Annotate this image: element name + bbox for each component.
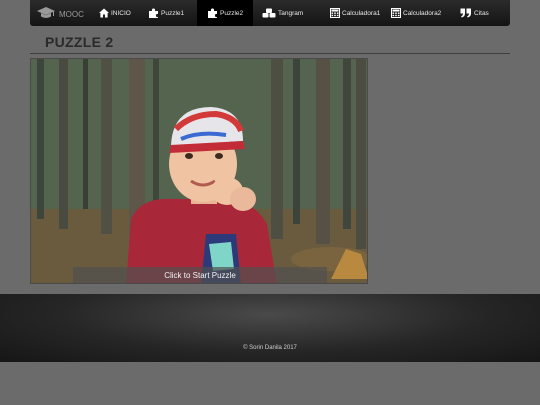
puzzle-icon	[208, 8, 218, 18]
home-icon	[99, 8, 109, 18]
puzzle-photo	[31, 59, 367, 283]
brand-label: MOOC	[59, 9, 84, 19]
puzzle-icon	[149, 8, 159, 18]
nav-item-calculadora2[interactable]: Calculadora2	[390, 0, 460, 26]
copyright-text: © Sorin Danila 2017	[243, 345, 297, 351]
top-navbar: MOOC INICIO Puzzle1 Puzzle2 Tangram Calc…	[30, 0, 510, 26]
puzzle-image[interactable]: Click to Start Puzzle	[30, 58, 368, 284]
nav-item-label: Tangram	[278, 9, 304, 17]
nav-item-label: Calculadora2	[403, 9, 442, 17]
graduation-cap-icon	[37, 6, 55, 20]
calculator-icon	[391, 8, 401, 18]
nav-item-label: Citas	[474, 9, 489, 17]
nav-item-tangram[interactable]: Tangram	[253, 0, 320, 26]
page-footer: © Sorin Danila 2017	[0, 294, 540, 362]
page-title: PUZZLE 2	[45, 34, 114, 50]
nav-item-label: Puzzle1	[161, 9, 185, 17]
brand-link[interactable]: MOOC	[30, 0, 96, 26]
nav-item-citas[interactable]: Citas	[460, 0, 510, 26]
nav-item-label: INICIO	[111, 9, 131, 17]
nav-item-calculadora1[interactable]: Calculadora1	[320, 0, 390, 26]
start-puzzle-button[interactable]: Click to Start Puzzle	[73, 267, 327, 283]
nav-item-inicio[interactable]: INICIO	[96, 0, 143, 26]
nav-item-puzzle2[interactable]: Puzzle2	[197, 0, 253, 26]
cubes-icon	[262, 8, 276, 18]
nav-item-label: Calculadora1	[342, 9, 381, 17]
nav-item-puzzle1[interactable]: Puzzle1	[143, 0, 197, 26]
quote-icon	[460, 8, 472, 18]
nav-item-label: Puzzle2	[220, 9, 244, 17]
title-divider	[30, 53, 510, 54]
calculator-icon	[330, 8, 340, 18]
